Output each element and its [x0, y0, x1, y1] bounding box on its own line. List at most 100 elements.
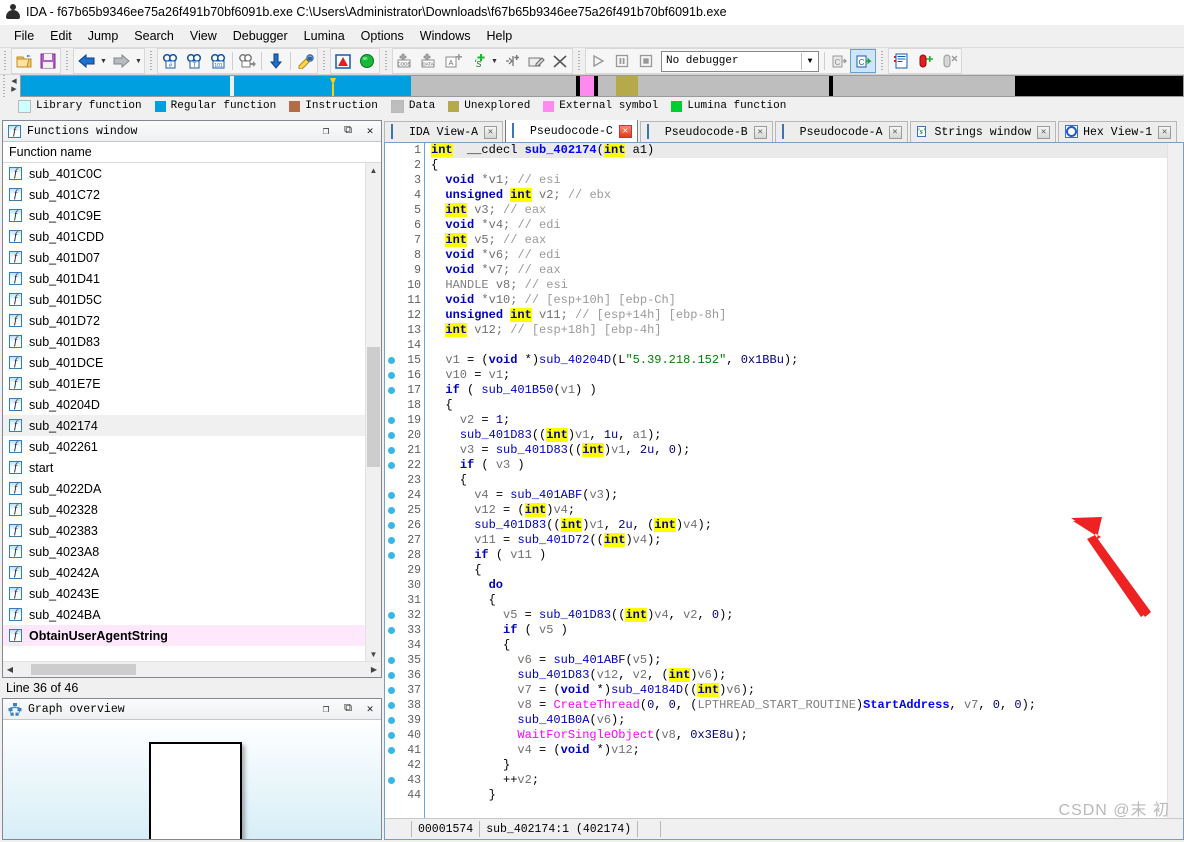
function-list-item[interactable]: sub_401C9E — [3, 205, 381, 226]
breakpoint-marker[interactable] — [385, 143, 397, 158]
code-line[interactable]: v8 = CreateThread(0, 0, (LPTHREAD_START_… — [431, 698, 1167, 713]
menu-help[interactable]: Help — [478, 27, 520, 45]
maximize-icon[interactable]: ❐ — [315, 122, 337, 140]
code-line[interactable]: if ( v11 ) — [431, 548, 1167, 563]
toolbar-grip-debug[interactable] — [576, 51, 583, 71]
functions-list[interactable]: sub_401C0C sub_401C72 sub_401C9E sub_401CDD… — [3, 163, 381, 661]
code-line[interactable]: v2 = 1; — [431, 413, 1167, 428]
functions-column-header[interactable]: Function name — [3, 142, 381, 163]
tab-close-icon[interactable]: ✕ — [484, 125, 498, 139]
code-line[interactable]: v4 = (void *)v12; — [431, 743, 1167, 758]
function-list-item[interactable]: sub_401CDD — [3, 226, 381, 247]
breakpoint-marker[interactable] — [385, 563, 397, 578]
del-breakpoint-icon[interactable] — [937, 50, 961, 72]
breakpoint-marker[interactable] — [385, 548, 397, 563]
make-code-icon[interactable]: CODE — [393, 50, 417, 72]
menu-jump[interactable]: Jump — [80, 27, 127, 45]
code-line[interactable]: HANDLE v8; // esi — [431, 278, 1167, 293]
make-array-icon[interactable]: A — [441, 50, 465, 72]
breakpoint-marker[interactable] — [385, 608, 397, 623]
chevron-down-icon[interactable]: ▼ — [801, 52, 818, 70]
menu-lumina[interactable]: Lumina — [296, 27, 353, 45]
maximize-icon[interactable]: ❐ — [315, 700, 337, 718]
code-line[interactable]: { — [431, 398, 1167, 413]
navband-segment[interactable] — [234, 76, 411, 96]
key-edit-icon[interactable] — [293, 50, 317, 72]
toolbar-grip-make[interactable] — [383, 51, 390, 71]
graph-overview-canvas[interactable] — [3, 720, 381, 839]
function-list-item[interactable]: sub_402261 — [3, 436, 381, 457]
navband-segment[interactable] — [580, 76, 595, 96]
jump-icon[interactable] — [235, 50, 259, 72]
breakpoint-marker[interactable] — [385, 443, 397, 458]
breakpoint-marker[interactable] — [385, 323, 397, 338]
breakpoint-marker[interactable] — [385, 383, 397, 398]
toolbar-grip-bp[interactable] — [879, 51, 886, 71]
code-line[interactable]: sub_401B0A(v6); — [431, 713, 1167, 728]
make-struct-icon[interactable] — [500, 50, 524, 72]
function-list-item[interactable]: start — [3, 457, 381, 478]
code-line[interactable]: { — [431, 593, 1167, 608]
breakpoint-marker[interactable] — [385, 698, 397, 713]
code-line[interactable]: sub_401D83((int)v1, 1u, a1); — [431, 428, 1167, 443]
code-line[interactable]: v4 = sub_401ABF(v3); — [431, 488, 1167, 503]
breakpoint-marker[interactable] — [385, 338, 397, 353]
code-line[interactable]: v3 = sub_401D83((int)v1, 2u, 0); — [431, 443, 1167, 458]
open-file-icon[interactable] — [12, 50, 36, 72]
function-list-item[interactable]: sub_4023A8 — [3, 541, 381, 562]
function-list-item[interactable]: sub_401D5C — [3, 289, 381, 310]
green-circle-icon[interactable] — [355, 50, 379, 72]
navband-segment[interactable] — [598, 76, 616, 96]
pseudocode-vertical-scrollbar[interactable] — [1167, 143, 1183, 818]
tab-pseudocode-c[interactable]: Pseudocode-C ✕ — [505, 120, 638, 142]
code-line[interactable]: int v12; // [esp+18h] [ebp-4h] — [431, 323, 1167, 338]
tab-ida-view-a[interactable]: IDA View-A ✕ — [384, 121, 504, 142]
breakpoint-marker[interactable] — [385, 278, 397, 293]
code-line[interactable]: { — [431, 638, 1167, 653]
navband-cursor[interactable] — [330, 76, 337, 96]
save-icon[interactable] — [36, 50, 60, 72]
breakpoint-marker[interactable] — [385, 533, 397, 548]
breakpoint-marker[interactable] — [385, 248, 397, 263]
breakpoint-marker[interactable] — [385, 518, 397, 533]
code-line[interactable]: if ( sub_401B50(v1) ) — [431, 383, 1167, 398]
code-line[interactable]: v1 = (void *)sub_40204D(L"5.39.218.152",… — [431, 353, 1167, 368]
breakpoint-marker[interactable] — [385, 233, 397, 248]
breakpoint-marker[interactable] — [385, 668, 397, 683]
navband-grip[interactable] — [0, 75, 8, 97]
code-line[interactable]: sub_401D83(v12, v2, (int)v6); — [431, 668, 1167, 683]
menu-windows[interactable]: Windows — [412, 27, 479, 45]
navband-left-arrow-icon[interactable]: ◀ — [11, 78, 16, 86]
code-line[interactable] — [431, 338, 1167, 353]
close-icon[interactable]: ✕ — [359, 700, 381, 718]
code-line[interactable]: ++v2; — [431, 773, 1167, 788]
pseudocode-text[interactable]: int __cdecl sub_402174(int a1){ void *v1… — [425, 143, 1167, 818]
navband-segment[interactable] — [1015, 76, 1183, 96]
breakpoint-marker[interactable] — [385, 413, 397, 428]
forward-dropdown-icon[interactable]: ▼ — [133, 50, 144, 72]
scroll-up-icon[interactable]: ▲ — [370, 163, 378, 177]
pseudocode-view[interactable]: 1 2 3 4 5 6 7 8 9 10 11 12 13 14 15 16 17 18 19 20 21 22 23 24 2… — [385, 143, 1183, 818]
code-line[interactable]: v10 = v1; — [431, 368, 1167, 383]
navband-segment[interactable] — [615, 76, 635, 96]
tab-close-icon[interactable]: ✕ — [618, 124, 632, 138]
navband-segment[interactable] — [21, 76, 231, 96]
back-dropdown-icon[interactable]: ▼ — [98, 50, 109, 72]
code-line[interactable]: WaitForSingleObject(v8, 0x3E8u); — [431, 728, 1167, 743]
breakpoint-marker[interactable] — [385, 773, 397, 788]
function-list-item[interactable]: sub_40204D — [3, 394, 381, 415]
navband-segment[interactable] — [410, 76, 577, 96]
function-list-item[interactable]: sub_401D83 — [3, 331, 381, 352]
breakpoint-marker[interactable] — [385, 263, 397, 278]
breakpoint-marker[interactable] — [385, 203, 397, 218]
code-line[interactable]: v5 = sub_401D83((int)v4, v2, 0); — [431, 608, 1167, 623]
code-line[interactable]: void *v4; // edi — [431, 218, 1167, 233]
close-icon[interactable]: ✕ — [359, 122, 381, 140]
code-line[interactable]: do — [431, 578, 1167, 593]
undefine-icon[interactable] — [548, 50, 572, 72]
breakpoint-marker[interactable] — [385, 158, 397, 173]
code-line[interactable]: void *v7; // eax — [431, 263, 1167, 278]
hscrollbar-thumb[interactable] — [31, 664, 136, 675]
code-line[interactable]: } — [431, 788, 1167, 803]
forward-icon[interactable] — [109, 50, 133, 72]
